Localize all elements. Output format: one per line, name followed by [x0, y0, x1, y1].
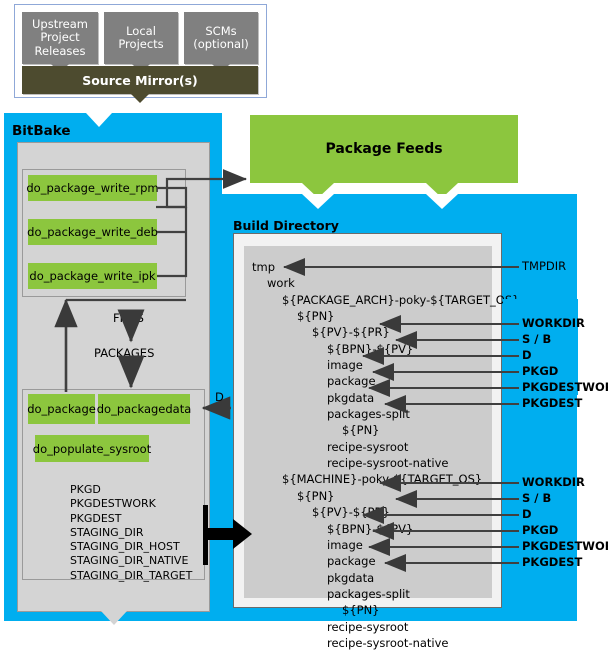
tree-node: pkgdata: [327, 390, 375, 405]
package-feeds-label: Package Feeds: [325, 141, 443, 157]
tree-node: tmp: [252, 260, 276, 274]
variable-item: STAGING_DIR_NATIVE: [70, 554, 189, 568]
build-inflow-notch-right-icon: [426, 194, 458, 209]
bitbake-title: BitBake: [12, 123, 71, 139]
tree-node: packages-split: [327, 586, 410, 601]
variable-item: PKGD: [70, 483, 101, 496]
tree-node: work: [267, 276, 295, 291]
variable-item: STAGING_DIR_HOST: [70, 540, 180, 554]
side-label-pkgdestwork: PKGDESTWORK: [522, 380, 608, 394]
side-label-pkgdestwork: PKGDESTWORK: [522, 539, 608, 553]
variable-item: STAGING_DIR: [70, 525, 144, 539]
task-do-package[interactable]: do_package: [27, 394, 96, 424]
variable-item: STAGING_DIR_TARGET: [70, 568, 193, 582]
variable-item: PKGDEST: [70, 511, 122, 525]
side-label-pkgdest: PKGDEST: [522, 396, 583, 410]
side-label-s-b: S / B: [522, 491, 552, 505]
side-label-pkgd: PKGD: [522, 364, 559, 378]
tree-node: package: [327, 374, 376, 389]
tree-node: recipe-sysroot: [327, 619, 409, 634]
tree-node: image: [327, 537, 363, 552]
tree-node: ${MACHINE}-poky-${TARGET_OS}: [282, 472, 483, 487]
task-do-packagedata[interactable]: do_packagedata: [97, 394, 191, 424]
task-do-populate-sysroot[interactable]: do_populate_sysroot: [33, 435, 151, 462]
side-label-workdir: WORKDIR: [522, 316, 585, 330]
scms-optional-box[interactable]: SCMs (optional): [184, 12, 258, 73]
tree-node: pkgdata: [327, 570, 375, 585]
task-do-package-write-deb[interactable]: do_package_write_deb: [27, 219, 158, 245]
tree-node: ${PN}: [297, 488, 335, 503]
build-directory-tree: tmp work ${PACKAGE_ARCH}-poky-${TARGET_OS}…: [252, 259, 519, 651]
side-label-s-b: S / B: [522, 332, 552, 346]
files-flow-label: FILES: [113, 311, 144, 325]
bitbake-inflow-notch-icon: [86, 113, 112, 127]
tree-node: ${PN}: [297, 309, 335, 324]
tree-node: ${PN}: [342, 423, 380, 438]
tree-node: ${BPN}-${PV}: [327, 341, 414, 356]
tree-node: image: [327, 358, 363, 373]
tree-node: ${PACKAGE_ARCH}-poky-${TARGET_OS}: [282, 292, 520, 307]
tree-node: recipe-sysroot-native: [327, 456, 449, 471]
build-directory-title: Build Directory: [233, 218, 339, 233]
upstream-project-releases-label: Upstream Project Releases: [31, 16, 89, 58]
tree-node: ${BPN}-${PV}: [327, 521, 414, 536]
side-label-pkgd: PKGD: [522, 523, 559, 537]
package-feeds-box[interactable]: Package Feeds: [250, 115, 518, 198]
local-projects-label: Local Projects: [118, 23, 164, 51]
tree-node: package: [327, 554, 376, 569]
local-projects-box[interactable]: Local Projects: [104, 12, 178, 73]
side-label-d: D: [522, 507, 532, 521]
task-do-package-write-rpm[interactable]: do_package_write_rpm: [26, 175, 159, 201]
bitbake-variable-list: PKGD PKGDESTWORK PKGDEST STAGING_DIR STAGING…: [70, 483, 192, 583]
source-mirrors-notch-icon: [131, 94, 149, 103]
tree-node: ${PV}-${PR}: [312, 325, 390, 340]
side-label-pkgdest: PKGDEST: [522, 555, 583, 569]
source-mirrors-box[interactable]: Source Mirror(s): [22, 66, 258, 103]
variable-item: PKGDESTWORK: [70, 497, 156, 511]
task-do-package-write-ipk[interactable]: do_package_write_ipk: [28, 263, 157, 289]
build-inflow-notch-left-icon: [302, 194, 334, 209]
tree-node: packages-split: [327, 407, 410, 422]
side-label-workdir: WORKDIR: [522, 475, 585, 489]
tree-node: recipe-sysroot-native: [327, 635, 449, 650]
bitbake-outflow-notch-icon: [100, 611, 127, 625]
tree-node: ${PN}: [342, 603, 380, 618]
scms-optional-label: SCMs (optional): [193, 23, 249, 51]
side-label-tmpdir: TMPDIR: [522, 259, 567, 273]
packages-flow-label: PACKAGES: [94, 346, 155, 360]
tree-node: ${PV}-${PR}: [312, 505, 390, 520]
upstream-project-releases-box[interactable]: Upstream Project Releases: [22, 12, 98, 73]
tree-node: recipe-sysroot: [327, 439, 409, 454]
source-mirrors-label: Source Mirror(s): [82, 72, 198, 88]
side-label-d: D: [522, 348, 532, 362]
